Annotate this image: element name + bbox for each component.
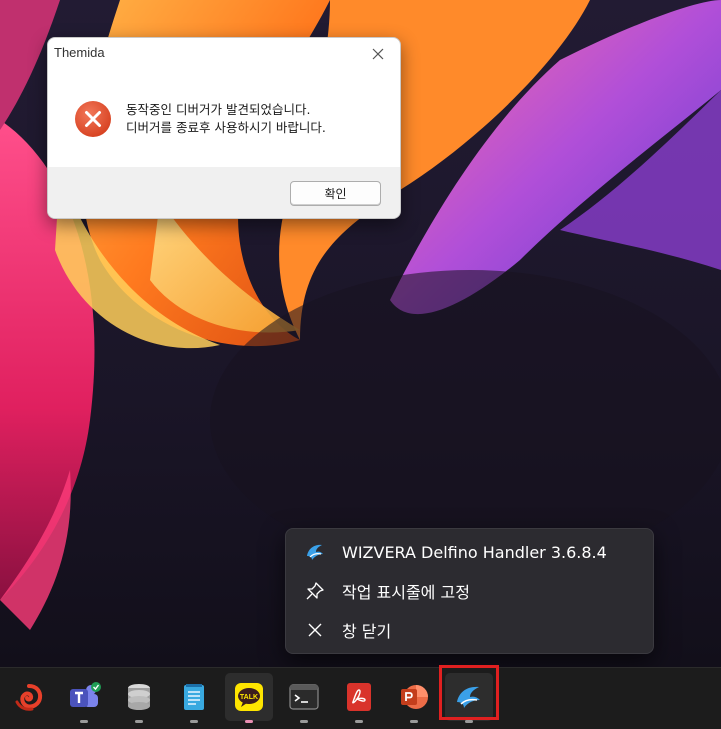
running-indicator bbox=[80, 720, 88, 723]
kakaotalk-badge-text: TALK bbox=[240, 694, 258, 701]
taskbar-jumplist: WIZVERA Delfino Handler 3.6.8.4 작업 표시줄에 … bbox=[285, 528, 654, 654]
taskbar-app-kakaotalk[interactable]: TALK bbox=[225, 673, 273, 723]
dialog-close-button[interactable] bbox=[356, 38, 400, 69]
powerpoint-icon bbox=[401, 685, 428, 709]
running-indicator bbox=[245, 720, 253, 723]
dialog-footer: 확인 bbox=[48, 167, 400, 218]
ok-button[interactable]: 확인 bbox=[290, 181, 381, 206]
taskbar: TALK bbox=[0, 667, 721, 729]
taskbar-app-notepad[interactable] bbox=[170, 673, 218, 723]
jumplist-item-label: 창 닫기 bbox=[342, 622, 392, 641]
error-icon bbox=[75, 101, 111, 137]
close-icon bbox=[304, 619, 326, 641]
pin-icon bbox=[304, 580, 326, 602]
teams-icon bbox=[70, 682, 101, 707]
error-dialog: Themida 동작중인 디버거가 발견되었습니다. 디버거를 종료후 사용하시… bbox=[47, 37, 401, 219]
dialog-title: Themida bbox=[54, 45, 105, 60]
terminal-icon bbox=[289, 684, 319, 710]
running-indicator bbox=[190, 720, 198, 723]
running-indicator bbox=[135, 720, 143, 723]
running-indicator bbox=[465, 720, 473, 723]
database-icon bbox=[128, 684, 150, 710]
taskbar-app-terminal[interactable] bbox=[280, 673, 328, 723]
dialog-message-line2: 디버거를 종료후 사용하시기 바랍니다. bbox=[126, 120, 326, 135]
pdf-icon bbox=[347, 683, 371, 711]
jumplist-item-close[interactable]: 창 닫기 bbox=[290, 611, 649, 649]
taskbar-app-powerpoint[interactable] bbox=[390, 673, 438, 723]
jumplist-item-label: 작업 표시줄에 고정 bbox=[342, 583, 470, 602]
dialog-message-line1: 동작중인 디버거가 발견되었습니다. bbox=[126, 102, 311, 117]
running-indicator bbox=[355, 720, 363, 723]
taskbar-app-teams[interactable] bbox=[60, 673, 108, 723]
running-indicator bbox=[300, 720, 308, 723]
taskbar-app-database[interactable] bbox=[115, 673, 163, 723]
close-icon bbox=[372, 48, 384, 59]
delfino-icon bbox=[304, 541, 326, 563]
swirl-icon bbox=[15, 684, 43, 711]
running-indicator bbox=[410, 720, 418, 723]
jumplist-item-app[interactable]: WIZVERA Delfino Handler 3.6.8.4 bbox=[290, 533, 649, 571]
kakaotalk-icon: TALK bbox=[235, 683, 263, 711]
highlight-annotation-box bbox=[439, 665, 499, 720]
jumplist-item-label: WIZVERA Delfino Handler 3.6.8.4 bbox=[342, 542, 607, 562]
dialog-titlebar[interactable]: Themida bbox=[48, 38, 400, 69]
dialog-message: 동작중인 디버거가 발견되었습니다. 디버거를 종료후 사용하시기 바랍니다. bbox=[126, 101, 326, 137]
taskbar-app-pdf-reader[interactable] bbox=[335, 673, 383, 723]
jumplist-item-pin[interactable]: 작업 표시줄에 고정 bbox=[290, 572, 649, 610]
taskbar-app-swirl[interactable] bbox=[5, 673, 53, 721]
notepad-icon bbox=[184, 684, 204, 710]
